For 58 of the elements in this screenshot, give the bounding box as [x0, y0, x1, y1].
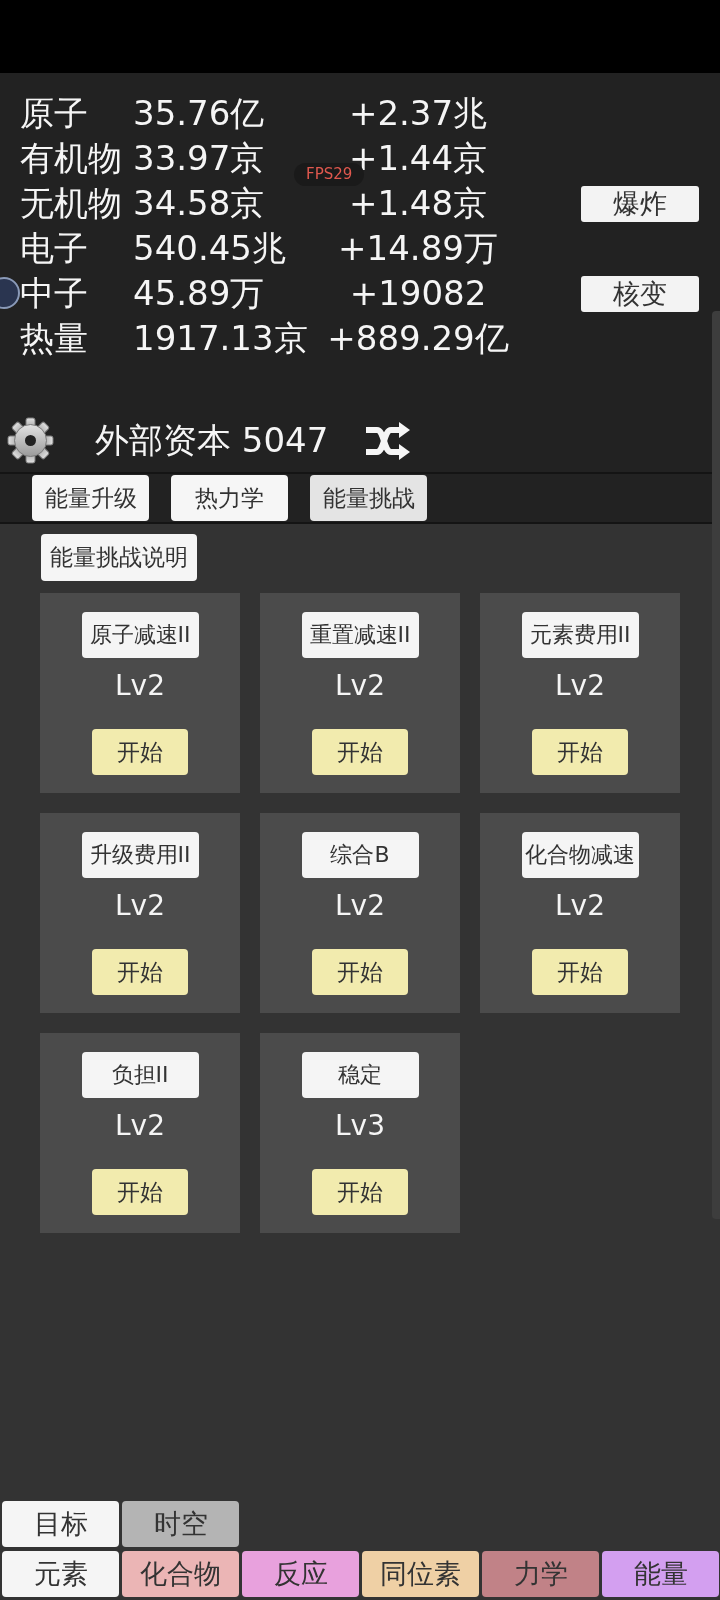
challenge-level: Lv2 [115, 1108, 165, 1144]
start-button[interactable]: 开始 [312, 729, 408, 775]
challenge-name-button[interactable]: 升级费用II [81, 832, 199, 878]
resource-label: 电子 [20, 227, 88, 270]
resource-label: 原子 [20, 92, 88, 135]
resource-label: 热量 [20, 317, 88, 360]
settings-icon[interactable] [7, 417, 54, 464]
resource-label: 有机物 [20, 137, 122, 180]
nav-tab[interactable]: 同位素 [362, 1551, 479, 1597]
resource-amount: 540.45兆 [133, 227, 286, 270]
nav-tab[interactable]: 力学 [482, 1551, 599, 1597]
capital-text: 外部资本 5047 [95, 418, 329, 462]
help-button[interactable]: 能量挑战说明 [41, 534, 197, 581]
tab[interactable]: 热力学 [171, 475, 288, 521]
nav-tab[interactable]: 时空 [122, 1501, 239, 1547]
resource-rate: +889.29亿 [327, 317, 509, 360]
action-button[interactable]: 核变 [581, 275, 699, 312]
nav-tab[interactable]: 反应 [242, 1551, 359, 1597]
nav-tab[interactable]: 化合物 [122, 1551, 239, 1597]
resource-rate: +19082 [349, 272, 487, 315]
resource-label: 中子 [20, 272, 88, 315]
challenge-level: Lv3 [335, 1108, 385, 1144]
action-button[interactable]: 爆炸 [581, 185, 699, 222]
challenge-name-button[interactable]: 化合物减速 [521, 832, 639, 878]
nav-tab[interactable]: 元素 [2, 1551, 119, 1597]
resource-rate: +14.89万 [338, 227, 498, 270]
start-button[interactable]: 开始 [312, 949, 408, 995]
challenge-name-button[interactable]: 负担II [81, 1052, 199, 1098]
start-button[interactable]: 开始 [92, 729, 188, 775]
start-button[interactable]: 开始 [92, 1169, 188, 1215]
resource-amount: 35.76亿 [133, 92, 265, 135]
tab[interactable]: 能量挑战 [310, 475, 427, 521]
resource-amount: 33.97京 [133, 137, 265, 180]
challenge-name-button[interactable]: 重置减速II [301, 612, 419, 658]
resource-amount: 1917.13京 [133, 317, 308, 360]
challenge-name-button[interactable]: 元素费用II [521, 612, 639, 658]
challenge-level: Lv2 [115, 888, 165, 924]
start-button[interactable]: 开始 [532, 949, 628, 995]
scrollbar[interactable] [712, 311, 720, 1219]
nav-tab[interactable]: 目标 [2, 1501, 119, 1547]
resource-rate: +2.37兆 [348, 92, 488, 135]
start-button[interactable]: 开始 [532, 729, 628, 775]
resource-amount: 34.58京 [133, 182, 265, 225]
nav-tab[interactable]: 能量 [602, 1551, 719, 1597]
resource-amount: 45.89万 [133, 272, 265, 315]
start-button[interactable]: 开始 [312, 1169, 408, 1215]
start-button[interactable]: 开始 [92, 949, 188, 995]
challenge-level: Lv2 [335, 668, 385, 704]
challenge-level: Lv2 [335, 888, 385, 924]
tab[interactable]: 能量升级 [32, 475, 149, 521]
challenge-level: Lv2 [555, 668, 605, 704]
challenge-name-button[interactable]: 原子减速II [81, 612, 199, 658]
challenge-name-button[interactable]: 综合B [301, 832, 419, 878]
resource-label: 无机物 [20, 182, 122, 225]
challenge-name-button[interactable]: 稳定 [301, 1052, 419, 1098]
challenge-level: Lv2 [115, 668, 165, 704]
challenge-level: Lv2 [555, 888, 605, 924]
shuffle-icon[interactable] [366, 421, 411, 460]
